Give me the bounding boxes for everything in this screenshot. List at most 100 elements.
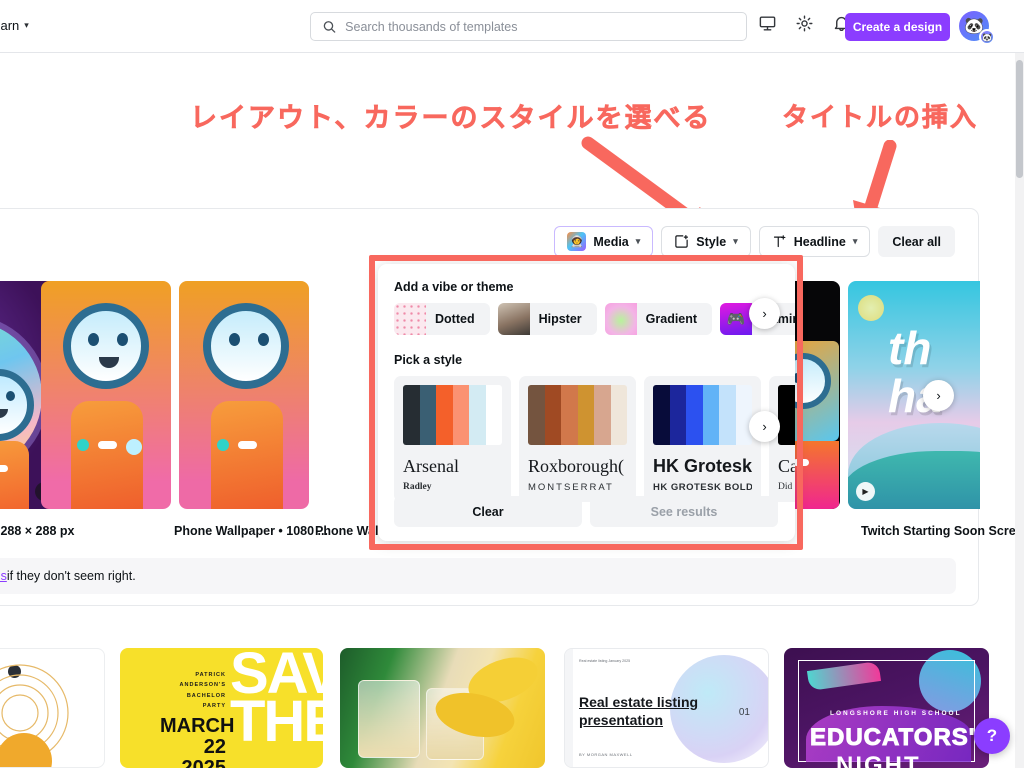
nav-learn-label: Learn (0, 18, 20, 33)
clear-all-button[interactable]: Clear all (878, 226, 955, 257)
video-badge-icon: ▶ (856, 482, 875, 501)
chevron-down-icon: ▾ (733, 236, 738, 246)
template-card[interactable]: th ha ▶ (848, 281, 980, 509)
swatch (653, 385, 670, 445)
style-card-arsenal[interactable]: Arsenal Radley (394, 376, 511, 502)
chevron-down-icon: ▾ (635, 236, 641, 246)
templates-next-arrow[interactable]: › (923, 380, 954, 411)
style-card-subtitle: MONTSERRAT (528, 482, 614, 493)
dotted-pattern-icon (394, 303, 426, 335)
help-button[interactable]: ? (974, 718, 1010, 754)
gamepad-icon: 🎮 (720, 303, 753, 335)
media-filter-button[interactable]: 🧑‍🚀 Media ▾ (554, 226, 654, 257)
search-input[interactable] (345, 19, 735, 34)
style-card-title: Arsenal (403, 456, 459, 476)
top-header: Learn ▾ Create a design 🐼 🐼 (0, 0, 1024, 53)
dropdown-actions: Clear See results (394, 496, 778, 527)
swatch (719, 385, 736, 445)
style-filter-label: Style (696, 234, 727, 249)
avatar[interactable]: 🐼 🐼 (959, 11, 995, 45)
chevron-down-icon: ▾ (24, 20, 29, 30)
gear-icon[interactable] (795, 14, 814, 33)
display-icon[interactable] (758, 14, 777, 33)
vibe-chip-label: Dotted (435, 312, 475, 326)
swatch (577, 385, 594, 445)
bottom-template-card[interactable]: Real estate listing January 2025 Real es… (564, 648, 769, 768)
swatch (528, 385, 545, 445)
chevron-right-icon: › (762, 306, 767, 321)
filter-toolbar: 🧑‍🚀 Media ▾ Style ▾ Headline ▾ Clear all (554, 226, 955, 257)
template-card[interactable] (179, 281, 309, 509)
vibe-chip-label: Gradient (645, 312, 698, 326)
media-thumbnail-icon: 🧑‍🚀 (567, 232, 587, 251)
bottom-template-card[interactable]: PATRICK ANDERSON'S BACHELOR PARTY MARCH 22 20… (120, 648, 323, 768)
style-card-subtitle: Radley (403, 482, 432, 492)
style-card-title: Roxborough( (528, 456, 624, 476)
style-filter-button[interactable]: Style ▾ (661, 226, 751, 257)
vibe-chip-dotted[interactable]: Dotted (394, 303, 490, 335)
template-caption: Twitch Starting Soon Scre (861, 524, 1016, 538)
style-card-subtitle: Did (778, 482, 793, 492)
chevron-down-icon: ▾ (852, 236, 858, 246)
bottom-template-card[interactable] (340, 648, 545, 768)
swatch (669, 385, 686, 445)
swatch (485, 385, 502, 445)
style-section-label: Pick a style (394, 353, 463, 367)
chevron-right-icon: › (936, 388, 941, 403)
vertical-scrollbar-thumb[interactable] (1016, 60, 1023, 178)
swatch (403, 385, 420, 445)
style-card-title: HK Grotesk (653, 456, 752, 476)
clear-button[interactable]: Clear (394, 496, 582, 527)
style-card-list: Arsenal Radley Roxborough( MONTSERRAT HK… (394, 376, 795, 502)
swatch (610, 385, 627, 445)
vibe-chip-hipster[interactable]: Hipster (497, 303, 597, 335)
vibe-chip-gradient[interactable]: Gradient (604, 303, 713, 335)
note-rest-text: if they don't seem right. (6, 569, 136, 583)
header-icon-group (758, 14, 851, 33)
swatch (419, 385, 436, 445)
swatch (794, 385, 795, 445)
avatar-badge-icon: 🐼 (979, 29, 995, 45)
headline-filter-label: Headline (793, 234, 846, 249)
vibe-section-label: Add a vibe or theme (394, 280, 514, 294)
search-bar[interactable] (310, 12, 747, 41)
media-filter-label: Media (593, 234, 629, 249)
swatch (436, 385, 453, 445)
style-icon (675, 234, 689, 248)
style-card-title: Ca (778, 456, 795, 476)
style-palette (778, 385, 795, 445)
style-palette (653, 385, 752, 445)
bottom-template-row: od ng, 〰 PATRICKANDERSON'SBACHELORPARTY … (0, 648, 1024, 768)
style-card-roxborough[interactable]: Roxborough( MONTSERRAT (519, 376, 636, 502)
gradient-orb-icon (604, 303, 637, 335)
search-icon (323, 21, 336, 33)
swatch (544, 385, 561, 445)
bottom-template-card[interactable]: LONGSHORE HIGH SCHOOL EDUCATORS' NIGHT (784, 648, 989, 768)
see-results-button[interactable]: See results (590, 496, 778, 527)
headline-filter-button[interactable]: Headline ▾ (758, 226, 871, 257)
hipster-photo-icon (497, 303, 530, 335)
vibe-chip-label: Hipster (538, 312, 582, 326)
annotation-style-note: レイアウト、カラーのスタイルを選べる (190, 103, 712, 134)
style-card-subtitle: HK GROTESK BOLD (653, 482, 752, 493)
create-a-design-button[interactable]: Create a design (845, 13, 950, 41)
template-note-row: ese templates if they don't seem right. (0, 558, 956, 594)
see-other-templates-link[interactable]: ese templates (0, 569, 7, 583)
annotation-headline-note: タイトルの挿入 (782, 102, 979, 133)
style-palette (528, 385, 627, 445)
vibe-chips-next-arrow[interactable]: › (749, 298, 780, 329)
style-cards-next-arrow[interactable]: › (749, 411, 780, 442)
bottom-template-card[interactable]: od ng, 〰 (0, 648, 105, 768)
swatch (778, 385, 795, 445)
template-caption: Image • 288 × 288 px (0, 524, 75, 538)
template-caption: Phone Wallpaper • 1080 ... (174, 524, 328, 538)
headline-text-icon (773, 235, 786, 248)
template-card[interactable] (41, 281, 171, 509)
swatch (561, 385, 578, 445)
swatch (469, 385, 486, 445)
nav-learn[interactable]: Learn ▾ (0, 18, 29, 33)
style-dropdown-panel: Add a vibe or theme Dotted Hipster Gradi… (378, 264, 795, 541)
chevron-right-icon: › (762, 419, 767, 434)
style-palette (403, 385, 502, 445)
style-card-hk-grotesk[interactable]: HK Grotesk HK GROTESK BOLD (644, 376, 761, 502)
